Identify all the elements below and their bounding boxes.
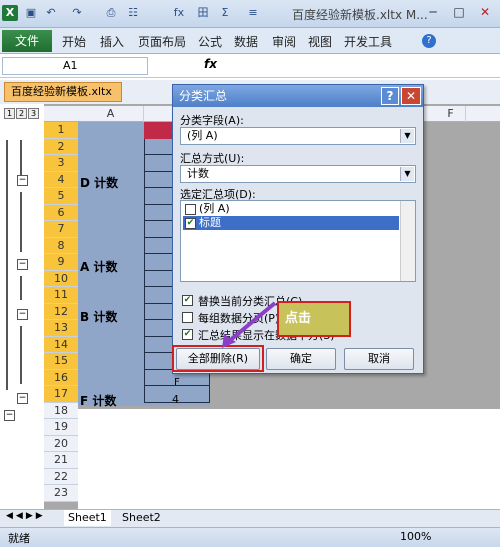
function-label: 汇总方式(U): [180, 152, 245, 165]
restore-button[interactable]: □ [446, 4, 472, 22]
fx-icon[interactable]: fx [204, 57, 217, 71]
collapse-group-d-icon[interactable]: − [17, 175, 28, 186]
tab-insert[interactable]: 插入 [100, 33, 124, 50]
row-header[interactable]: 15 [44, 353, 78, 370]
row-header[interactable]: 19 [44, 419, 78, 436]
minimize-button[interactable]: ─ [420, 4, 446, 22]
row-header[interactable]: 16 [44, 369, 78, 386]
row-header[interactable]: 22 [44, 468, 78, 485]
row-header[interactable]: 8 [44, 237, 78, 254]
row-header[interactable]: 14 [44, 336, 78, 353]
cancel-button[interactable]: 取消 [344, 348, 414, 370]
autosum-icon[interactable]: Σ [218, 6, 232, 20]
tab-view[interactable]: 视图 [308, 33, 332, 50]
outline-level-3[interactable]: 3 [28, 108, 39, 119]
dialog-close-button[interactable]: ✕ [401, 87, 421, 105]
workbook-tab[interactable]: 百度经验新模板.xltx [4, 82, 122, 102]
row-header[interactable]: 17 [44, 386, 78, 403]
cell-b-count[interactable]: B 计数 [80, 308, 117, 325]
redo-icon[interactable]: ↷ [70, 6, 84, 20]
group-field-label: 分类字段(A): [180, 114, 244, 127]
row-header[interactable]: 10 [44, 270, 78, 287]
tab-developer[interactable]: 开发工具 [344, 33, 392, 50]
collapse-group-b-icon[interactable]: − [17, 309, 28, 320]
excel-logo-icon: X [2, 5, 18, 21]
page-break-checkbox[interactable] [182, 312, 193, 323]
tab-page-layout[interactable]: 页面布局 [138, 33, 186, 50]
row-header[interactable]: 23 [44, 485, 78, 502]
list-item[interactable]: (列 A) [183, 202, 399, 216]
row-header[interactable]: 12 [44, 303, 78, 320]
column-header-f[interactable]: F [436, 106, 466, 122]
window-title: 百度经验新模板.xltx M... [292, 8, 428, 22]
align-icon[interactable]: ≡ [246, 6, 260, 20]
row-header[interactable]: 20 [44, 435, 78, 452]
collapse-all-icon[interactable]: − [4, 410, 15, 421]
sheet-nav-arrows-icon[interactable]: ◀◀▶▶ [6, 511, 46, 521]
cell-a-count[interactable]: A 计数 [80, 258, 117, 275]
tab-formulas[interactable]: 公式 [198, 33, 222, 50]
status-ready: 就绪 [8, 532, 30, 545]
row-header[interactable]: 1 [44, 122, 78, 139]
tab-review[interactable]: 审阅 [272, 33, 296, 50]
print-preview-icon[interactable]: ⎙ [104, 6, 118, 20]
row-header[interactable]: 21 [44, 452, 78, 469]
row-header[interactable]: 4 [44, 171, 78, 188]
borders-icon[interactable]: 田 [196, 6, 210, 20]
function-select[interactable]: 计数 ▼ [180, 165, 416, 183]
row-header[interactable]: 3 [44, 155, 78, 172]
chevron-down-icon[interactable]: ▼ [400, 167, 414, 181]
ok-button[interactable]: 确定 [266, 348, 336, 370]
close-window-button[interactable]: ✕ [472, 4, 498, 22]
cell-b17[interactable]: 4 [172, 393, 179, 406]
tip-text: 点击 [285, 311, 312, 326]
save-icon[interactable]: ▣ [24, 6, 38, 20]
list-item[interactable]: 标题 [183, 216, 399, 230]
help-icon[interactable]: ? [422, 34, 436, 48]
pointer-arrow-icon [222, 301, 277, 348]
listbox-scrollbar[interactable] [400, 201, 415, 281]
cell-d-count[interactable]: D 计数 [80, 174, 118, 191]
cell-b16[interactable]: F [174, 377, 180, 388]
row-header[interactable]: 6 [44, 204, 78, 221]
row-header[interactable]: 9 [44, 254, 78, 271]
group-field-value: (列 A) [187, 129, 218, 142]
empty-cells-area[interactable] [78, 409, 500, 509]
row-header[interactable]: 2 [44, 138, 78, 155]
zoom-level[interactable]: 100% [400, 530, 431, 543]
collapse-group-a-icon[interactable]: − [17, 259, 28, 270]
row-header[interactable]: 11 [44, 287, 78, 304]
outline-bracket-group4 [20, 326, 22, 384]
outline-bracket-group3 [20, 276, 22, 300]
tab-home[interactable]: 开始 [62, 33, 86, 50]
row-header[interactable]: 5 [44, 188, 78, 205]
column-header-a[interactable]: A [78, 106, 144, 122]
tab-sheet1[interactable]: Sheet1 [64, 510, 111, 526]
name-box[interactable]: A1 [2, 57, 148, 75]
outline-level-2[interactable]: 2 [16, 108, 27, 119]
outline-level-1[interactable]: 1 [4, 108, 15, 119]
subtotal-icon[interactable]: ☷ [126, 6, 140, 20]
replace-current-checkbox[interactable]: ✔ [182, 295, 193, 306]
outline-bracket-group2 [20, 192, 22, 252]
summary-below-checkbox[interactable]: ✔ [182, 329, 193, 340]
tab-data[interactable]: 数据 [234, 33, 258, 50]
chevron-down-icon[interactable]: ▼ [400, 129, 414, 143]
outline-bracket-group1 [20, 140, 22, 180]
tab-sheet2[interactable]: Sheet2 [118, 510, 165, 526]
collapse-group-f-icon[interactable]: − [17, 393, 28, 404]
function-icon[interactable]: fx [172, 6, 186, 20]
dialog-help-button[interactable]: ? [381, 87, 399, 105]
group-field-select[interactable]: (列 A) ▼ [180, 127, 416, 145]
row-header[interactable]: 7 [44, 221, 78, 238]
tab-file[interactable]: 文件 [2, 30, 52, 52]
function-value: 计数 [187, 167, 209, 180]
row-header[interactable]: 18 [44, 402, 78, 419]
cell-f-count[interactable]: F 计数 [80, 392, 116, 409]
row-header[interactable]: 13 [44, 320, 78, 337]
undo-icon[interactable]: ↶ [44, 6, 58, 20]
outline-bracket-level1 [6, 140, 8, 390]
item-checkbox-title[interactable]: ✔ [185, 218, 196, 229]
